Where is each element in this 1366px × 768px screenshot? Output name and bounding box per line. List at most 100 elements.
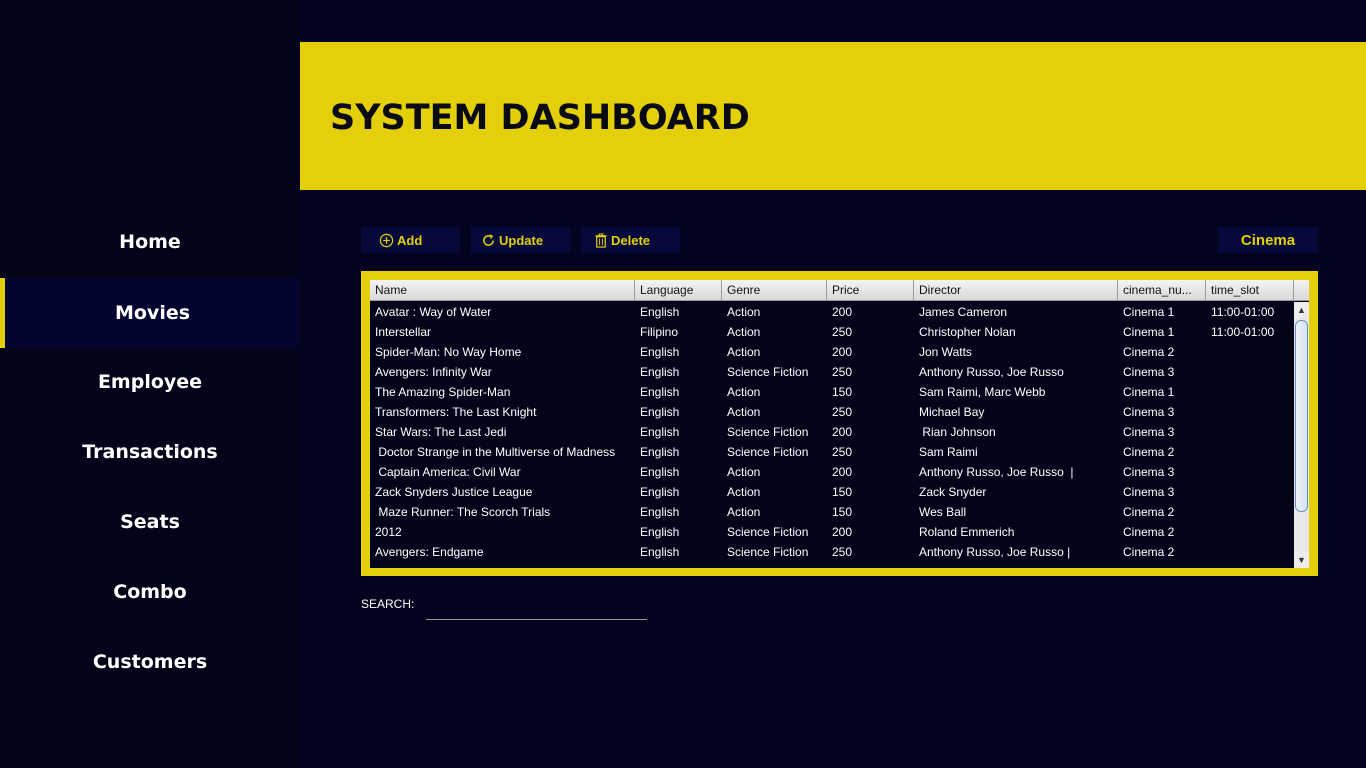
table-cell: 200 xyxy=(832,425,853,439)
sidebar-item-home[interactable]: Home xyxy=(0,207,300,277)
table-cell: English xyxy=(640,525,680,539)
add-button[interactable]: Add xyxy=(361,227,460,253)
table-row[interactable]: The Amazing Spider-Man English Action 150 Sa… xyxy=(370,382,1294,402)
table-cell: 200 xyxy=(832,465,853,479)
table-cell: Michael Bay xyxy=(919,405,985,419)
table-cell: Action xyxy=(727,505,761,519)
table-cell: Cinema 2 xyxy=(1123,545,1175,559)
table-row[interactable]: Avatar : Way of Water English Action 200 Jam… xyxy=(370,302,1294,322)
table-cell: English xyxy=(640,485,680,499)
table-cell xyxy=(1206,522,1294,542)
table-row[interactable]: Spider-Man: No Way Home English Action 200 J… xyxy=(370,342,1294,362)
refresh-icon xyxy=(483,233,494,246)
sidebar-item-transactions[interactable]: Transactions xyxy=(0,417,300,487)
table-cell: 200 xyxy=(832,305,853,319)
table-cell: 150 xyxy=(832,505,853,519)
table-cell: Action xyxy=(727,385,761,399)
column-header[interactable]: Name xyxy=(370,280,635,301)
table-row[interactable]: Transformers: The Last Knight English Acti… xyxy=(370,402,1294,422)
table-cell: Avatar : Way of Water xyxy=(375,305,492,319)
table-cell: 250 xyxy=(832,445,853,459)
delete-button[interactable]: Delete xyxy=(581,227,680,253)
table-cell: 250 xyxy=(832,365,853,379)
column-header[interactable]: Language xyxy=(635,280,722,301)
table-row[interactable]: Maze Runner: The Scorch Trials English Act… xyxy=(370,502,1294,522)
column-header[interactable]: Genre xyxy=(722,280,827,301)
scroll-up-icon[interactable]: ▲ xyxy=(1294,302,1309,318)
table-cell: English xyxy=(640,305,680,319)
update-button[interactable]: Update xyxy=(471,227,570,253)
table-cell xyxy=(1206,422,1294,442)
movies-table: Name Language Genre Price Director cinema_nu.… xyxy=(370,280,1309,568)
table-cell: 11:00-01:00 xyxy=(1211,305,1275,319)
column-header[interactable]: Director xyxy=(914,280,1118,301)
table-cell: English xyxy=(640,365,680,379)
table-cell: 250 xyxy=(832,325,853,339)
scrollbar-thumb[interactable] xyxy=(1295,320,1308,512)
sidebar-item-customers[interactable]: Customers xyxy=(0,627,300,697)
table-row[interactable]: Star Wars: The Last Jedi English Science F… xyxy=(370,422,1294,442)
update-button-label: Update xyxy=(499,232,544,248)
table-row[interactable]: Captain America: Civil War English Action 2… xyxy=(370,462,1294,482)
table-cell: Action xyxy=(727,345,761,359)
column-header[interactable]: time_slot xyxy=(1206,280,1294,301)
table-cell: 250 xyxy=(832,405,853,419)
table-cell: Sam Raimi, Marc Webb xyxy=(919,385,1046,399)
table-cell: English xyxy=(640,465,680,479)
table-cell: Cinema 1 xyxy=(1123,385,1175,399)
table-cell: Anthony Russo, Joe Russo xyxy=(919,365,1064,379)
movies-table-frame: Name Language Genre Price Director cinema_nu.… xyxy=(361,271,1318,576)
table-cell: Action xyxy=(727,465,761,479)
table-row[interactable]: Interstellar Filipino Action 250 Christopher… xyxy=(370,322,1294,342)
table-header: Name Language Genre Price Director cinema_nu.… xyxy=(370,280,1309,301)
add-button-label: Add xyxy=(397,232,423,248)
cinema-button[interactable]: Cinema xyxy=(1218,227,1318,253)
sidebar-item-movies[interactable]: Movies xyxy=(0,278,300,348)
table-cell: Zack Snyders Justice League xyxy=(375,485,533,499)
table-cell: Cinema 2 xyxy=(1123,345,1175,359)
table-cell: Science Fiction xyxy=(727,365,809,379)
table-row[interactable]: Avengers: Infinity War English Science Fic… xyxy=(370,362,1294,382)
table-cell: Sam Raimi xyxy=(919,445,978,459)
table-cell: Action xyxy=(727,405,761,419)
table-cell xyxy=(1206,402,1294,422)
table-row[interactable]: Doctor Strange in the Multiverse of Madn… xyxy=(370,442,1294,462)
table-cell: Cinema 3 xyxy=(1123,425,1175,439)
table-cell: Cinema 3 xyxy=(1123,465,1175,479)
sidebar-item-combo[interactable]: Combo xyxy=(0,557,300,627)
table-cell xyxy=(1206,342,1294,362)
column-header[interactable]: Price xyxy=(827,280,914,301)
table-cell: Cinema 3 xyxy=(1123,365,1175,379)
search-input[interactable] xyxy=(426,601,647,620)
table-cell: Roland Emmerich xyxy=(919,525,1015,539)
table-row[interactable]: Avengers: Endgame English Science Fiction 2… xyxy=(370,542,1294,562)
table-cell: Jon Watts xyxy=(919,345,972,359)
sidebar-item-seats[interactable]: Seats xyxy=(0,487,300,557)
table-cell: Maze Runner: The Scorch Trials xyxy=(375,505,551,519)
table-cell: 2012 xyxy=(375,525,402,539)
trash-icon xyxy=(595,232,607,248)
header-banner: SYSTEM DASHBOARD xyxy=(300,42,1366,190)
column-header[interactable]: cinema_nu... xyxy=(1118,280,1206,301)
table-cell: Anthony Russo, Joe Russo | xyxy=(919,465,1074,479)
search-label: SEARCH: xyxy=(361,597,415,611)
table-cell: Star Wars: The Last Jedi xyxy=(375,425,507,439)
page-title: SYSTEM DASHBOARD xyxy=(330,98,750,138)
table-cell: English xyxy=(640,545,680,559)
scroll-down-icon[interactable]: ▼ xyxy=(1294,552,1309,568)
table-cell: Science Fiction xyxy=(727,445,809,459)
table-cell: Science Fiction xyxy=(727,525,809,539)
table-row[interactable]: 2012 English Science Fiction 200 Roland Emme… xyxy=(370,522,1294,542)
table-cell: Spider-Man: No Way Home xyxy=(375,345,522,359)
table-cell: English xyxy=(640,505,680,519)
table-cell: Action xyxy=(727,305,761,319)
table-cell: 150 xyxy=(832,485,853,499)
table-cell xyxy=(1206,462,1294,482)
sidebar-item-employee[interactable]: Employee xyxy=(0,347,300,417)
table-row[interactable]: Zack Snyders Justice League English Action… xyxy=(370,482,1294,502)
table-cell: 200 xyxy=(832,525,853,539)
vertical-scrollbar[interactable]: ▲ ▼ xyxy=(1294,302,1309,568)
table-cell xyxy=(1206,482,1294,502)
table-cell: Wes Ball xyxy=(919,505,967,519)
plus-circle-icon xyxy=(379,233,394,247)
